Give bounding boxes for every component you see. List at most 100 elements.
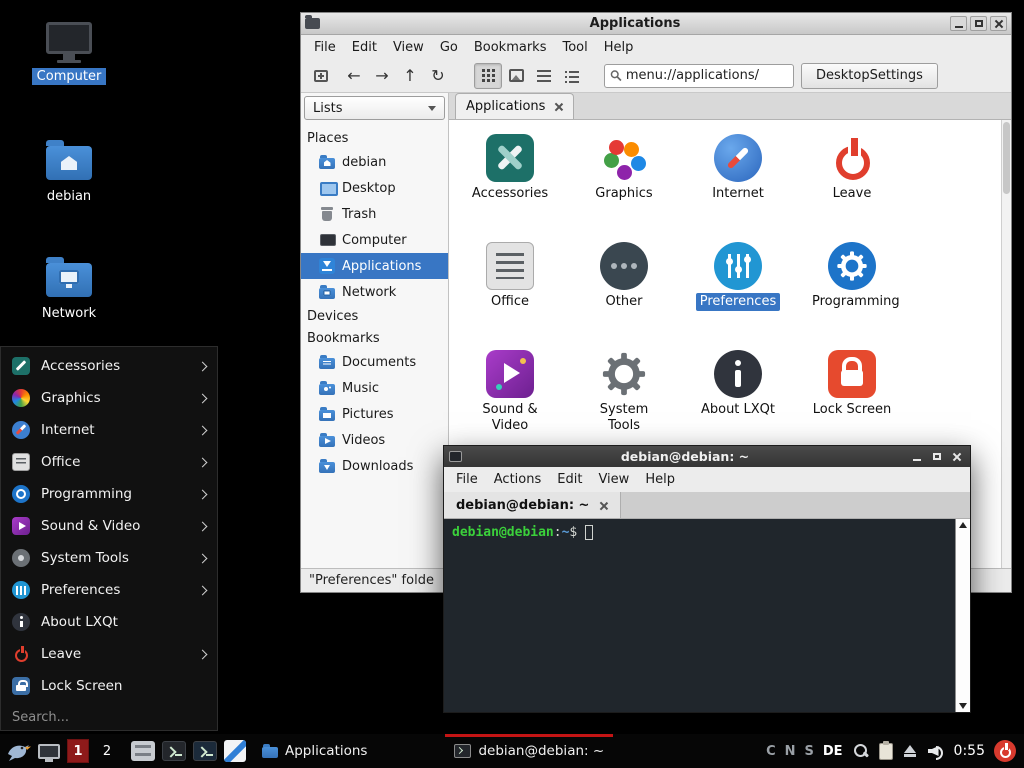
workspace-1-button[interactable]: 1 [67,739,89,763]
up-button[interactable]: ↑ [396,63,424,89]
menu-item-sound-video[interactable]: Sound & Video [1,510,217,542]
menu-edit[interactable]: Edit [345,38,384,57]
removable-media-icon[interactable] [902,743,918,759]
app-item-programming[interactable]: Programming [795,242,909,350]
sidebar-item-debian[interactable]: debian [301,149,448,175]
close-button[interactable] [990,16,1007,31]
address-bar[interactable] [604,64,794,88]
maximize-button[interactable] [928,449,945,464]
scroll-down-icon[interactable] [959,703,967,709]
power-button[interactable] [994,740,1016,762]
menu-item-system-tools[interactable]: System Tools [1,542,217,574]
maximize-button[interactable] [970,16,987,31]
volume-icon[interactable] [927,743,945,759]
terminal-screen[interactable]: debian@debian:~$ [444,519,955,712]
start-menu-button[interactable] [5,738,31,764]
menu-help[interactable]: Help [637,470,683,489]
desktop-icon-computer[interactable]: Computer [23,20,115,85]
app-item-other[interactable]: Other [567,242,681,350]
app-item-about-lxqt[interactable]: About LXQt [681,350,795,458]
magnifier-icon[interactable] [852,742,870,760]
search-input[interactable] [12,710,206,725]
menu-item-programming[interactable]: Programming [1,478,217,510]
scrollbar-thumb[interactable] [1003,122,1010,194]
app-item-lock-screen[interactable]: Lock Screen [795,350,909,458]
app-item-graphics[interactable]: Graphics [567,134,681,242]
tab-applications[interactable]: Applications [455,93,574,119]
sidebar-item-desktop[interactable]: Desktop [301,175,448,201]
sidebar-item-pictures[interactable]: Pictures [301,401,448,427]
sidebar-item-music[interactable]: Music [301,375,448,401]
task-terminal[interactable]: debian@debian: ~ [445,734,613,768]
menu-file[interactable]: File [448,470,486,489]
show-desktop-button[interactable] [38,744,60,759]
new-tab-button[interactable] [307,63,335,89]
menu-item-leave[interactable]: Leave [1,638,217,670]
terminal-titlebar[interactable]: debian@debian: ~ [444,446,970,467]
menu-item-accessories[interactable]: Accessories [1,350,217,382]
clock[interactable]: 0:55 [954,743,985,759]
file-manager-launcher[interactable] [131,741,155,761]
app-item-accessories[interactable]: Accessories [453,134,567,242]
terminal-scrollbar[interactable] [955,519,970,712]
app-item-leave[interactable]: Leave [795,134,909,242]
menu-item-preferences[interactable]: Preferences [1,574,217,606]
desktop-icon-debian[interactable]: debian [23,138,115,205]
menu-item-office[interactable]: Office [1,446,217,478]
menu-tool[interactable]: Tool [555,38,594,57]
sidebar-item-applications[interactable]: Applications [301,253,448,279]
app-item-sound-video[interactable]: Sound & Video [453,350,567,458]
sidebar-item-videos[interactable]: Videos [301,427,448,453]
vertical-scrollbar[interactable] [1001,120,1011,568]
sidebar-item-downloads[interactable]: Downloads [301,453,448,479]
compact-view-button[interactable] [530,63,558,89]
menu-file[interactable]: File [307,38,343,57]
terminal-launcher-2[interactable] [193,741,217,761]
close-button[interactable] [948,449,965,464]
keyboard-layout[interactable]: DE [823,744,843,759]
menu-item-graphics[interactable]: Graphics [1,382,217,414]
app-item-internet[interactable]: Internet [681,134,795,242]
sidebar-item-computer[interactable]: Computer [301,227,448,253]
desktop-icon-network[interactable]: Network [23,255,115,322]
tab-close-icon[interactable] [554,102,563,111]
detailed-view-button[interactable] [558,63,586,89]
tab-close-icon[interactable] [599,501,608,510]
about-lxqt-icon [12,613,30,631]
menu-item-lock-screen[interactable]: Lock Screen [1,670,217,702]
workspace-2-button[interactable]: 2 [96,739,118,763]
menu-search[interactable] [1,702,217,732]
menu-help[interactable]: Help [597,38,641,57]
sidebar-item-network[interactable]: Network [301,279,448,305]
back-button[interactable]: ← [340,63,368,89]
menu-bookmarks[interactable]: Bookmarks [467,38,554,57]
minimize-button[interactable] [908,449,925,464]
reload-button[interactable]: ↻ [424,63,452,89]
menu-go[interactable]: Go [433,38,465,57]
address-input[interactable] [626,68,788,83]
menu-item-internet[interactable]: Internet [1,414,217,446]
terminal-launcher[interactable] [162,741,186,761]
icon-view-button[interactable] [474,63,502,89]
thumbnail-view-button[interactable] [502,63,530,89]
menu-item-about-lxqt[interactable]: About LXQt [1,606,217,638]
menu-edit[interactable]: Edit [549,470,590,489]
sidebar-item-documents[interactable]: Documents [301,349,448,375]
app-item-office[interactable]: Office [453,242,567,350]
clipboard-icon[interactable] [879,743,893,760]
desktop-settings-button[interactable]: DesktopSettings [801,63,938,89]
minimize-button[interactable] [950,16,967,31]
sidebar-item-trash[interactable]: Trash [301,201,448,227]
text-editor-launcher[interactable] [224,740,246,762]
terminal-tab[interactable]: debian@debian: ~ [444,492,621,518]
menu-view[interactable]: View [386,38,431,57]
scroll-up-icon[interactable] [959,522,967,528]
lists-combo[interactable]: Lists [304,96,445,120]
menu-view[interactable]: View [590,470,637,489]
fm-titlebar[interactable]: Applications [301,13,1011,35]
app-item-system-tools[interactable]: System Tools [567,350,681,458]
menu-actions[interactable]: Actions [486,470,550,489]
app-item-preferences[interactable]: Preferences [681,242,795,350]
task-applications[interactable]: Applications [253,734,376,768]
forward-button[interactable]: → [368,63,396,89]
